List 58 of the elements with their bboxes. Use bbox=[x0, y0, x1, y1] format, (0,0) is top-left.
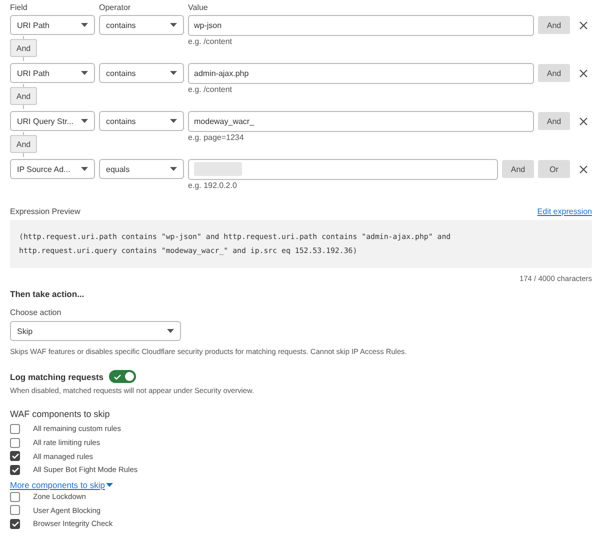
logic-button[interactable]: And bbox=[538, 112, 570, 130]
column-header: Field bbox=[10, 2, 28, 13]
section-heading: Then take action... bbox=[10, 289, 86, 299]
caret-icon bbox=[81, 119, 88, 123]
logic-button[interactable]: And bbox=[538, 64, 570, 82]
connector-button[interactable]: And bbox=[10, 87, 37, 105]
column-header: Value bbox=[188, 2, 209, 13]
caret-icon bbox=[81, 23, 88, 27]
toggle-label: Log matching requests bbox=[10, 372, 104, 382]
action-dropdown[interactable]: Skip bbox=[10, 321, 181, 341]
checkbox[interactable] bbox=[10, 424, 20, 434]
field-dropdown[interactable]: URI Path bbox=[10, 15, 95, 35]
checkbox[interactable] bbox=[10, 518, 20, 529]
operator-dropdown[interactable]: contains bbox=[99, 111, 184, 131]
section-label: Expression Preview bbox=[10, 207, 80, 216]
operator-dropdown[interactable]: equals bbox=[99, 159, 184, 179]
connector-button[interactable]: And bbox=[10, 135, 37, 153]
more-components-link[interactable]: More components to skip bbox=[10, 480, 105, 490]
logic-button[interactable]: Or bbox=[538, 160, 570, 178]
caret-icon bbox=[167, 329, 174, 333]
input-hint: e.g. page=1234 bbox=[188, 133, 245, 142]
connector-button[interactable]: And bbox=[10, 39, 37, 57]
caret-icon bbox=[81, 71, 88, 75]
close-icon[interactable] bbox=[578, 20, 588, 30]
input-hint: e.g. 192.0.2.0 bbox=[188, 181, 238, 190]
field-dropdown[interactable]: URI Query Str... bbox=[10, 111, 95, 131]
checkbox[interactable] bbox=[10, 464, 20, 475]
checkbox[interactable] bbox=[10, 438, 20, 448]
checkbox[interactable] bbox=[10, 492, 20, 502]
caret-icon bbox=[170, 71, 177, 75]
toggle-switch[interactable] bbox=[108, 370, 136, 383]
input-hint: e.g. /content bbox=[188, 37, 234, 46]
caret-icon bbox=[170, 119, 177, 123]
field-dropdown[interactable]: IP Source Ad... bbox=[10, 159, 95, 179]
close-icon[interactable] bbox=[578, 164, 588, 174]
logic-button[interactable]: And bbox=[538, 16, 570, 34]
edit-expression-link[interactable]: Edit expression bbox=[537, 207, 592, 216]
close-icon[interactable] bbox=[578, 116, 588, 126]
input-hint: e.g. /content bbox=[188, 85, 234, 94]
field-dropdown[interactable]: URI Path bbox=[10, 63, 95, 83]
checkbox[interactable] bbox=[10, 505, 20, 516]
checkbox[interactable] bbox=[10, 451, 20, 462]
value-input[interactable]: modeway_wacr_ bbox=[188, 110, 534, 132]
operator-dropdown[interactable]: contains bbox=[99, 63, 184, 83]
close-icon[interactable] bbox=[578, 68, 588, 78]
operator-dropdown[interactable]: contains bbox=[99, 15, 184, 35]
check-icon bbox=[114, 374, 121, 380]
caret-icon bbox=[170, 167, 177, 171]
value-input[interactable]: admin-ajax.php bbox=[188, 62, 534, 84]
section-heading: WAF components to skip bbox=[10, 409, 111, 419]
field-label: Choose action bbox=[10, 308, 62, 317]
caret-icon bbox=[106, 482, 113, 487]
caret-icon bbox=[170, 23, 177, 27]
caret-icon bbox=[81, 167, 88, 171]
logic-button[interactable]: And bbox=[502, 160, 534, 178]
value-input[interactable]: wp-json bbox=[188, 14, 534, 36]
column-header: Operator bbox=[99, 2, 132, 13]
value-input[interactable] bbox=[188, 158, 498, 180]
